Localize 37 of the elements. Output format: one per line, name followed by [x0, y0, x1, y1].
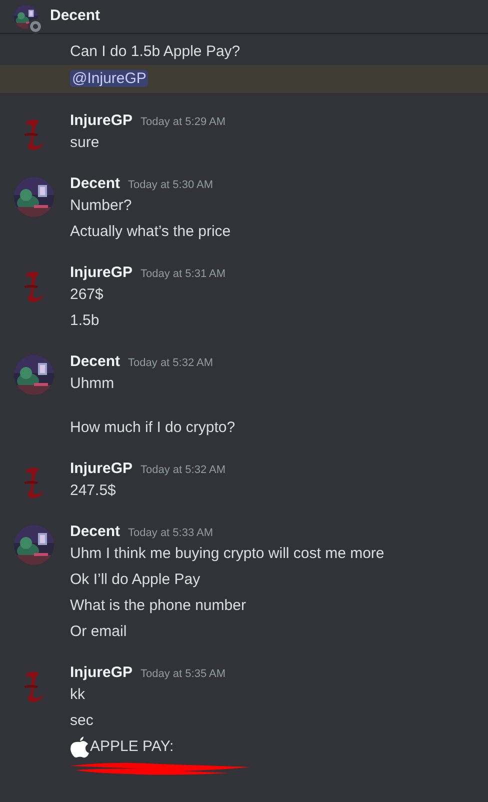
author-name[interactable]: InjureGP — [70, 110, 133, 132]
message-text: sec — [70, 711, 94, 731]
message-text: Number? — [70, 196, 133, 216]
message-text: APPLE PAY: — [90, 737, 174, 757]
message-text: 267$ — [70, 285, 104, 305]
message-text: sure — [70, 133, 100, 153]
author-name[interactable]: InjureGP — [70, 262, 133, 284]
user-avatar — [14, 525, 54, 565]
message-timestamp: Today at 5:35 AM — [140, 667, 226, 682]
message-timestamp: Today at 5:29 AM — [140, 115, 226, 130]
message-text: What is the phone number — [70, 596, 247, 616]
message-text: 247.5$ — [70, 481, 117, 501]
author-name[interactable]: Decent — [70, 173, 120, 196]
message-text: How much if I do crypto? — [70, 418, 236, 438]
message-timestamp: Today at 5:32 AM — [140, 463, 226, 478]
message-text: Or email — [70, 622, 128, 642]
message-text: 1.5b — [70, 311, 100, 331]
status-icon — [30, 20, 41, 32]
author-name[interactable]: Decent — [70, 521, 120, 544]
apple-icon — [70, 736, 90, 758]
message-text: Can I do 1.5b Apple Pay? — [70, 42, 242, 62]
message-text: Uhm I think me buying crypto will cost me more — [70, 544, 386, 564]
message-timestamp: Today at 5:33 AM — [128, 526, 214, 541]
message-timestamp: Today at 5:32 AM — [128, 356, 214, 371]
author-name[interactable]: Decent — [70, 351, 120, 374]
message-text: Actually what’s the price — [70, 222, 232, 242]
user-avatar — [14, 177, 54, 217]
message-text: Ok I’ll do Apple Pay — [70, 570, 202, 590]
message-text: Uhmm — [70, 374, 116, 394]
user-mention[interactable]: @InjureGP — [70, 70, 148, 87]
author-name[interactable]: InjureGP — [70, 662, 133, 684]
user-avatar — [14, 355, 54, 395]
channel-title: Decent — [50, 6, 100, 26]
message-text: kk — [70, 685, 86, 705]
author-name[interactable]: InjureGP — [70, 458, 133, 480]
message-timestamp: Today at 5:31 AM — [140, 267, 226, 282]
message-timestamp: Today at 5:30 AM — [128, 178, 214, 193]
